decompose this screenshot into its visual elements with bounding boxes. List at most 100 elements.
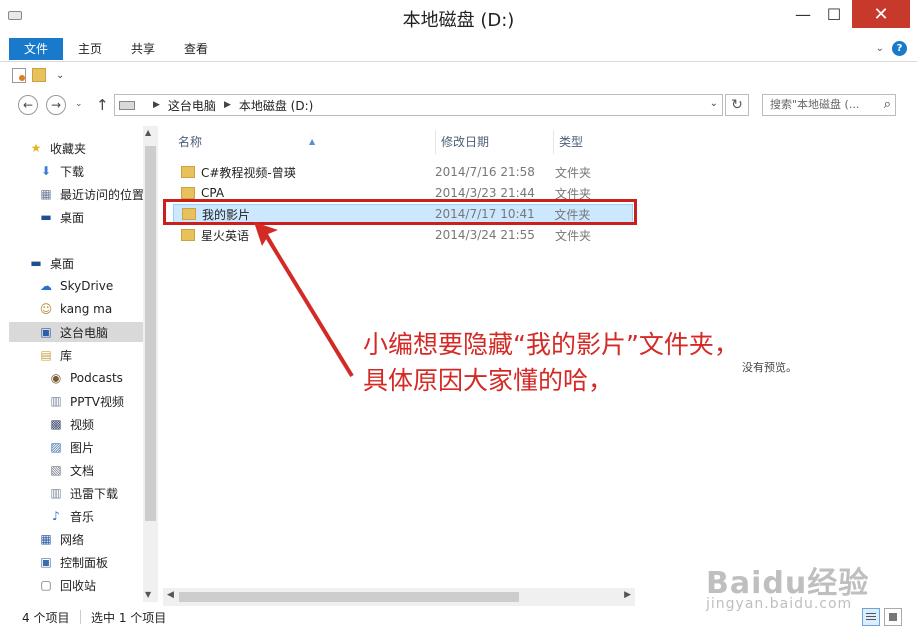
recycle-bin-icon: ▢ <box>40 578 52 592</box>
column-label: 名称 <box>178 135 203 149</box>
new-folder-icon[interactable] <box>32 68 46 82</box>
document-icon: ▧ <box>50 463 62 477</box>
sidebar-item-network[interactable]: ▦ 网络 <box>38 529 84 549</box>
sidebar-item-label: 这台电脑 <box>60 325 109 340</box>
file-row[interactable]: 星火英语 2014/3/24 21:55 文件夹 <box>173 225 633 245</box>
properties-icon[interactable] <box>12 67 26 83</box>
scroll-right-icon[interactable]: ▶ <box>624 590 631 600</box>
breadcrumb-this-pc[interactable]: 这台电脑 <box>168 97 216 114</box>
sidebar-item-skydrive[interactable]: ☁ SkyDrive <box>38 276 113 296</box>
sidebar-item-downloads[interactable]: ⬇ 下载 <box>38 161 84 181</box>
sidebar-item-recent-places[interactable]: ▦ 最近访问的位置 <box>38 184 144 204</box>
sidebar-item-documents[interactable]: ▧ 文档 <box>48 460 94 480</box>
sidebar-item-desktop-fav[interactable]: ▬ 桌面 <box>38 207 84 227</box>
file-name: C#教程视频-曾瑛 <box>201 165 296 180</box>
file-date: 2014/3/23 21:44 <box>435 186 535 200</box>
sidebar-item-videos[interactable]: ▩ 视频 <box>48 414 94 434</box>
column-header-date[interactable]: 修改日期 <box>435 130 553 154</box>
customize-toolbar-icon[interactable]: ⌄ <box>56 70 64 81</box>
file-name: 星火英语 <box>201 228 250 243</box>
sidebar-item-pictures[interactable]: ▨ 图片 <box>48 437 94 457</box>
breadcrumb-separator-icon[interactable]: ▶ <box>224 100 231 110</box>
close-button[interactable]: ✕ <box>852 0 910 28</box>
minimize-button[interactable]: — <box>789 0 817 28</box>
video-library-icon: ▥ <box>50 394 62 408</box>
desktop-icon: ▬ <box>40 210 52 224</box>
file-type: 文件夹 <box>555 228 592 243</box>
item-count: 4 个项目 <box>22 611 70 625</box>
music-icon: ♪ <box>52 509 60 523</box>
details-view-icon[interactable] <box>862 608 880 626</box>
sidebar-item-pptv[interactable]: ▥ PPTV视频 <box>48 391 124 411</box>
sidebar-item-favorites[interactable]: ★ 收藏夹 <box>28 138 86 158</box>
selected-count: 选中 1 个项目 <box>91 611 167 625</box>
control-panel-icon: ▣ <box>40 555 52 569</box>
sidebar-item-podcasts[interactable]: ◉ Podcasts <box>48 368 123 388</box>
video-icon: ▩ <box>50 417 62 431</box>
up-button[interactable]: ↑ <box>96 96 109 114</box>
column-header-name[interactable]: 名称 ▲ <box>173 130 433 154</box>
annotation-text: 小编想要隐藏“我的影片”文件夹，具体原因大家懂的哈， <box>363 330 739 395</box>
sidebar-item-thunder-downloads[interactable]: ▥ 迅雷下载 <box>48 483 118 503</box>
sidebar-item-label: 库 <box>60 348 73 363</box>
file-row[interactable]: C#教程视频-曾瑛 2014/7/16 21:58 文件夹 <box>173 162 633 182</box>
file-date: 2014/7/16 21:58 <box>435 165 535 179</box>
tab-file[interactable]: 文件 <box>9 38 63 60</box>
navigation-pane: ★ 收藏夹 ⬇ 下载 ▦ 最近访问的位置 ▬ 桌面 ▬ 桌面 ☁ SkyDriv… <box>0 126 158 602</box>
sidebar-item-libraries[interactable]: ▤ 库 <box>38 345 72 365</box>
ribbon-controls: ⌄ ? <box>876 41 907 56</box>
search-placeholder: 搜索"本地磁盘 (... <box>770 98 860 111</box>
cloud-icon: ☁ <box>40 279 52 293</box>
sidebar-item-control-panel[interactable]: ▣ 控制面板 <box>38 552 108 572</box>
help-icon[interactable]: ? <box>892 41 907 56</box>
preview-pane-message: 没有预览。 <box>742 361 797 374</box>
breadcrumb-separator-icon[interactable]: ▶ <box>153 100 160 110</box>
search-icon[interactable]: ⌕ <box>884 95 891 115</box>
forward-button[interactable]: → <box>46 95 66 115</box>
refresh-button[interactable]: ↻ <box>725 94 749 116</box>
scroll-left-icon[interactable]: ◀ <box>167 590 174 600</box>
sidebar-item-label: 网络 <box>60 532 85 547</box>
highlight-box <box>163 199 637 225</box>
tab-view[interactable]: 查看 <box>172 38 220 60</box>
thunder-download-icon: ▥ <box>50 486 62 500</box>
window-title: 本地磁盘 (D:) <box>402 10 515 31</box>
sidebar-item-music[interactable]: ♪ 音乐 <box>48 506 94 526</box>
scroll-up-icon[interactable]: ▲ <box>145 128 151 137</box>
navigation-bar: ← → ⌄ ↑ ▶ 这台电脑 ▶ 本地磁盘 (D:) ⌄ ↻ 搜索"本地磁盘 (… <box>0 88 917 124</box>
sidebar-item-desktop[interactable]: ▬ 桌面 <box>28 253 74 273</box>
horizontal-scroll-thumb[interactable] <box>179 592 519 602</box>
sidebar-item-label: 音乐 <box>70 509 95 524</box>
sidebar-item-label: 桌面 <box>50 256 75 271</box>
sidebar-item-recycle-bin[interactable]: ▢ 回收站 <box>38 575 96 595</box>
sidebar-item-this-pc[interactable]: ▣ 这台电脑 <box>9 322 151 342</box>
folder-icon <box>181 229 195 241</box>
large-icons-view-icon[interactable] <box>884 608 902 626</box>
file-name: CPA <box>201 186 225 200</box>
tab-home[interactable]: 主页 <box>66 38 114 60</box>
tab-share[interactable]: 共享 <box>119 38 167 60</box>
computer-icon: ▣ <box>40 325 52 339</box>
address-bar[interactable]: ▶ 这台电脑 ▶ 本地磁盘 (D:) ⌄ <box>114 94 723 116</box>
watermark-url: jingyan.baidu.com <box>706 596 853 612</box>
folder-icon <box>181 187 195 199</box>
sidebar-item-label: 收藏夹 <box>50 141 87 156</box>
back-button[interactable]: ← <box>18 95 38 115</box>
scroll-down-icon[interactable]: ▼ <box>145 590 151 599</box>
file-type: 文件夹 <box>555 165 592 180</box>
network-icon: ▦ <box>40 532 52 546</box>
sidebar-item-label: 图片 <box>70 440 95 455</box>
column-header-type[interactable]: 类型 <box>553 130 633 154</box>
search-input[interactable]: 搜索"本地磁盘 (... ⌕ <box>762 94 896 116</box>
sidebar-scrollbar[interactable]: ▲ ▼ <box>143 126 158 602</box>
sidebar-item-label: kang ma <box>60 302 113 316</box>
address-dropdown-icon[interactable]: ⌄ <box>710 98 718 109</box>
podcast-icon: ◉ <box>50 371 62 385</box>
maximize-button[interactable]: ☐ <box>819 0 849 28</box>
recent-locations-icon[interactable]: ⌄ <box>75 99 83 109</box>
sidebar-item-user[interactable]: ☺ kang ma <box>38 299 112 319</box>
breadcrumb-local-disk[interactable]: 本地磁盘 (D:) <box>239 97 313 114</box>
sidebar-scroll-thumb[interactable] <box>145 146 156 521</box>
sidebar-item-label: 桌面 <box>60 210 85 225</box>
expand-ribbon-icon[interactable]: ⌄ <box>876 43 884 54</box>
